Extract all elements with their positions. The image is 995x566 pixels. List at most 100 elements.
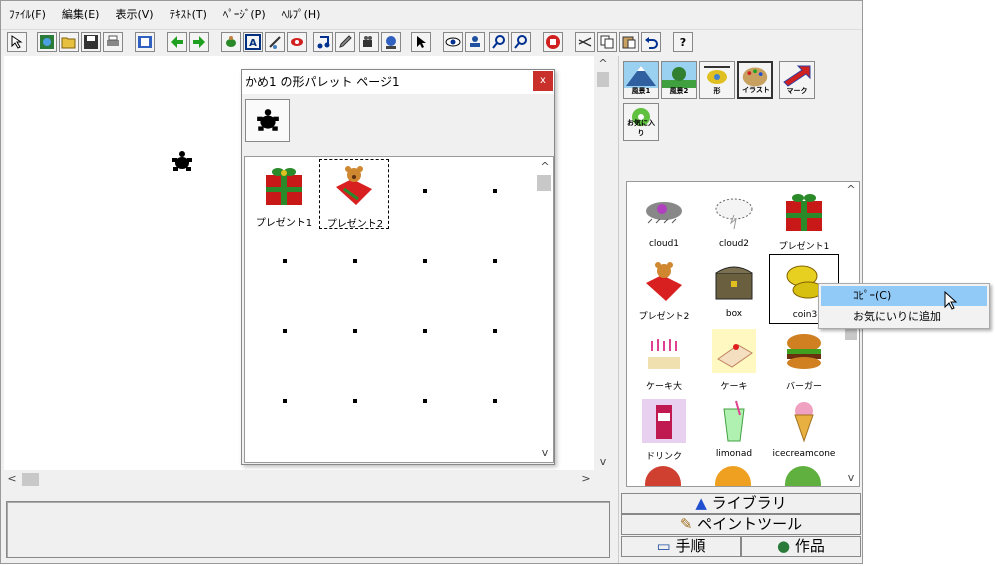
- help-button[interactable]: ?: [673, 32, 693, 52]
- library-item-icon: [646, 262, 682, 301]
- library-item-icon: [786, 194, 822, 231]
- open-folder-icon[interactable]: [59, 32, 79, 52]
- canvas-vertical-scrollbar[interactable]: ^ v: [595, 56, 611, 470]
- context-copy[interactable]: ｺﾋﾟｰ(C): [821, 286, 987, 306]
- library-item[interactable]: プレゼント1: [769, 184, 839, 254]
- palette-scroll-down-icon[interactable]: v: [537, 445, 553, 461]
- palette-scroll-up-icon[interactable]: ^: [537, 159, 553, 175]
- library-item[interactable]: ドリンク: [629, 394, 699, 464]
- category-scenery2[interactable]: 風景2: [661, 61, 697, 99]
- library-item-label: cloud1: [648, 239, 680, 249]
- library-item[interactable]: ケーキ: [699, 324, 769, 394]
- empty-slot-dot[interactable]: [353, 399, 357, 403]
- library-item-icon: [787, 334, 821, 369]
- forward-arrow-icon[interactable]: [189, 32, 209, 52]
- camera-icon[interactable]: [359, 32, 379, 52]
- turtle-icon[interactable]: [170, 150, 194, 174]
- stop-hand-icon[interactable]: [543, 32, 563, 52]
- shape-tool-icon[interactable]: [287, 32, 307, 52]
- palette-item-selected[interactable]: プレゼント2: [319, 159, 389, 230]
- empty-slot-dot[interactable]: [493, 399, 497, 403]
- empty-slot-dot[interactable]: [493, 329, 497, 333]
- tab-library[interactable]: ▲ ライブラリ: [621, 493, 861, 514]
- scroll-right-arrow-icon[interactable]: >: [578, 471, 594, 487]
- empty-slot-dot[interactable]: [423, 399, 427, 403]
- zoom-in-icon[interactable]: [489, 32, 509, 52]
- library-item[interactable]: icecreamcone: [769, 394, 839, 464]
- scroll-thumb[interactable]: [22, 473, 39, 486]
- turtle-tool-icon[interactable]: [221, 32, 241, 52]
- undo-icon[interactable]: [641, 32, 661, 52]
- cut-icon[interactable]: [575, 32, 595, 52]
- context-add-favorite[interactable]: お気にいりに追加: [821, 307, 987, 327]
- new-icon[interactable]: [37, 32, 57, 52]
- copy-icon[interactable]: [597, 32, 617, 52]
- save-icon[interactable]: [81, 32, 101, 52]
- empty-slot-dot[interactable]: [493, 189, 497, 193]
- library-item[interactable]: バーガー: [769, 324, 839, 394]
- text-tool-icon[interactable]: A: [243, 32, 263, 52]
- library-item-label: バーガー: [785, 382, 822, 392]
- palette-close-button[interactable]: x: [533, 71, 553, 91]
- tab-paint-tool[interactable]: ✎ ペイントツール: [621, 514, 861, 535]
- eye-icon[interactable]: [443, 32, 463, 52]
- library-item-partial[interactable]: [785, 466, 821, 486]
- menu-help[interactable]: ﾍﾙﾌﾟ(H): [274, 5, 329, 25]
- scroll-thumb[interactable]: [597, 72, 609, 87]
- globe-icon[interactable]: [381, 32, 401, 52]
- library-item[interactable]: ケーキ大: [629, 324, 699, 394]
- menu-edit[interactable]: 編集(E): [54, 5, 108, 25]
- scroll-down-arrow-icon[interactable]: v: [595, 454, 611, 470]
- menu-view[interactable]: 表示(V): [107, 5, 161, 25]
- pointer-tool-icon[interactable]: [7, 32, 27, 52]
- menu-text[interactable]: ﾃｷｽﾄ(T): [162, 5, 215, 25]
- print-icon[interactable]: [103, 32, 123, 52]
- empty-slot-dot[interactable]: [423, 329, 427, 333]
- cursor-icon[interactable]: [411, 32, 431, 52]
- library-item-partial[interactable]: [715, 466, 751, 486]
- music-icon[interactable]: [313, 32, 333, 52]
- stamp-icon[interactable]: [465, 32, 485, 52]
- palette-item[interactable]: プレゼント1: [249, 159, 319, 229]
- empty-slot-dot[interactable]: [283, 259, 287, 263]
- category-shapes[interactable]: 形: [699, 61, 735, 99]
- draw-tool-icon[interactable]: [265, 32, 285, 52]
- library-item[interactable]: limonad: [699, 394, 769, 464]
- empty-slot-dot[interactable]: [353, 259, 357, 263]
- library-item-partial[interactable]: [645, 466, 681, 486]
- menu-file[interactable]: ﾌｧｲﾙ(F): [1, 5, 54, 25]
- library-scroll-up-icon[interactable]: ^: [843, 182, 859, 198]
- library-item[interactable]: cloud1: [629, 184, 699, 254]
- library-item-label: ケーキ: [720, 382, 748, 392]
- empty-slot-dot[interactable]: [353, 329, 357, 333]
- empty-slot-dot[interactable]: [283, 329, 287, 333]
- library-item[interactable]: box: [699, 254, 769, 324]
- tab-works[interactable]: ● 作品: [741, 536, 861, 557]
- back-arrow-icon[interactable]: [167, 32, 187, 52]
- paste-icon[interactable]: [619, 32, 639, 52]
- empty-slot-dot[interactable]: [423, 189, 427, 193]
- palette-turtle-button[interactable]: [245, 99, 290, 142]
- library-scroll-down-icon[interactable]: v: [843, 470, 859, 486]
- library-item-label: icecreamcone: [772, 449, 836, 459]
- palette-title: かめ1 の形パレット ページ1: [242, 70, 554, 94]
- library-item-label: ケーキ大: [645, 382, 682, 392]
- empty-slot-dot[interactable]: [423, 259, 427, 263]
- library-item[interactable]: プレゼント2: [629, 254, 699, 324]
- category-favorites[interactable]: お気に入り: [623, 103, 659, 141]
- category-illustration[interactable]: イラスト: [737, 61, 773, 99]
- palette-scroll-thumb[interactable]: [537, 175, 551, 191]
- category-scenery1[interactable]: 風景1: [623, 61, 659, 99]
- scroll-up-arrow-icon[interactable]: ^: [595, 56, 611, 72]
- empty-slot-dot[interactable]: [493, 259, 497, 263]
- canvas-horizontal-scrollbar[interactable]: < >: [4, 471, 594, 488]
- scroll-left-arrow-icon[interactable]: <: [4, 471, 20, 487]
- zoom-out-icon[interactable]: [511, 32, 531, 52]
- category-mark[interactable]: マーク: [779, 61, 815, 99]
- tab-procedure[interactable]: ▭ 手順: [621, 536, 741, 557]
- empty-slot-dot[interactable]: [283, 399, 287, 403]
- library-item[interactable]: cloud2: [699, 184, 769, 254]
- pen-icon[interactable]: [335, 32, 355, 52]
- page-view-icon[interactable]: [135, 32, 155, 52]
- menu-page[interactable]: ﾍﾟｰｼﾞ(P): [215, 5, 274, 25]
